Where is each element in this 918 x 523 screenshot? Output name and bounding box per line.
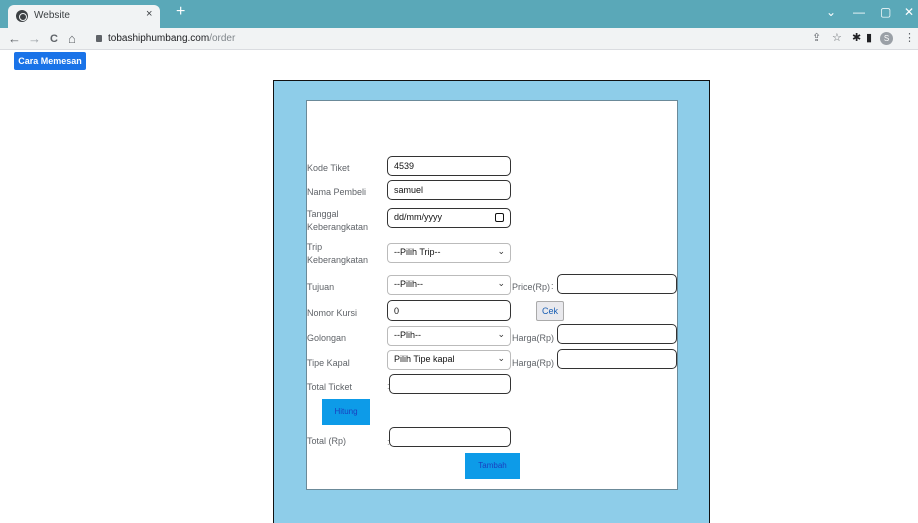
cara-memesan-button[interactable]: Cara Memesan bbox=[14, 52, 86, 70]
nama-pembeli-label: Nama Pembeli bbox=[307, 187, 367, 197]
url-text: tobashiphumbang.com/order bbox=[108, 33, 236, 44]
harga-golongan-input[interactable] bbox=[557, 324, 677, 344]
tipe-kapal-select[interactable]: Pilih Tipe kapal ⌄ bbox=[387, 350, 511, 370]
tambah-button[interactable]: Tambah bbox=[465, 453, 520, 479]
tab-strip: Website × + ⌄ — ▢ ✕ bbox=[0, 0, 918, 28]
home-icon[interactable]: ⌂ bbox=[68, 31, 76, 46]
lock-icon bbox=[96, 35, 102, 42]
profile-avatar[interactable]: S bbox=[880, 32, 893, 45]
tujuan-select[interactable]: --Pilih-- ⌄ bbox=[387, 275, 511, 295]
total-ticket-label: Total Ticket bbox=[307, 382, 353, 392]
price-input[interactable] bbox=[557, 274, 677, 294]
nomor-kursi-label: Nomor Kursi bbox=[307, 308, 358, 318]
browser-tab[interactable]: Website × bbox=[8, 5, 160, 28]
tujuan-selected: --Pilih-- bbox=[394, 279, 423, 289]
tanggal-label: Tanggal Keberangkatan bbox=[307, 209, 369, 232]
cek-button[interactable]: Cek bbox=[536, 301, 564, 321]
chevron-down-icon: ⌄ bbox=[497, 353, 505, 363]
forward-icon[interactable]: → bbox=[28, 31, 41, 46]
golongan-select[interactable]: --Plih-- ⌄ bbox=[387, 326, 511, 346]
golongan-label: Golongan bbox=[307, 333, 347, 343]
back-icon[interactable]: ← bbox=[8, 31, 21, 46]
chevron-down-icon: ⌄ bbox=[497, 329, 505, 339]
total-ticket-input[interactable] bbox=[389, 374, 511, 394]
tab-search-icon[interactable]: ⌄ bbox=[826, 5, 836, 19]
url-bar[interactable]: tobashiphumbang.com/order bbox=[86, 31, 886, 47]
new-tab-icon[interactable]: + bbox=[176, 3, 185, 21]
side-panel-icon[interactable]: ▮ bbox=[866, 32, 872, 45]
order-form: Kode Tiket : Nama Pembeli Tanggal Kebera… bbox=[306, 100, 678, 490]
harga-golongan-label: Harga(Rp) bbox=[512, 333, 555, 343]
harga-kapal-input[interactable] bbox=[557, 349, 677, 369]
chevron-down-icon: ⌄ bbox=[497, 246, 505, 256]
globe-icon bbox=[16, 10, 28, 22]
trip-selected: --Pilih Trip-- bbox=[394, 247, 441, 257]
maximize-icon[interactable]: ▢ bbox=[880, 5, 891, 19]
address-bar-row: ← → C ⌂ tobashiphumbang.com/order ⇪ ☆ ✱ … bbox=[0, 28, 918, 50]
tab-title: Website bbox=[34, 10, 70, 21]
tab-close-icon[interactable]: × bbox=[146, 8, 152, 20]
chevron-down-icon: ⌄ bbox=[497, 278, 505, 288]
total-rp-input[interactable] bbox=[389, 427, 511, 447]
bookmark-star-icon[interactable]: ☆ bbox=[832, 32, 842, 45]
date-placeholder: dd/mm/yyyy bbox=[394, 212, 443, 222]
harga-kapal-label: Harga(Rp) bbox=[512, 358, 555, 368]
kode-tiket-input[interactable] bbox=[387, 156, 511, 176]
colon-sep: : bbox=[551, 281, 554, 291]
tipe-kapal-selected: Pilih Tipe kapal bbox=[394, 354, 455, 364]
price-label: Price(Rp) bbox=[512, 282, 551, 292]
reload-icon[interactable]: C bbox=[50, 32, 58, 47]
hitung-button[interactable]: Hitung bbox=[322, 399, 370, 425]
calendar-icon[interactable] bbox=[495, 213, 504, 222]
share-icon[interactable]: ⇪ bbox=[812, 32, 821, 45]
nama-pembeli-input[interactable] bbox=[387, 180, 511, 200]
extensions-icon[interactable]: ✱ bbox=[852, 32, 861, 45]
menu-icon[interactable]: ⋮ bbox=[904, 32, 915, 45]
total-rp-label: Total (Rp) bbox=[307, 436, 347, 446]
tujuan-label: Tujuan bbox=[307, 282, 335, 292]
golongan-selected: --Plih-- bbox=[394, 330, 421, 340]
order-panel: Kode Tiket : Nama Pembeli Tanggal Kebera… bbox=[273, 80, 710, 523]
kode-tiket-label: Kode Tiket bbox=[307, 163, 350, 173]
tanggal-date-input[interactable]: dd/mm/yyyy bbox=[387, 208, 511, 228]
close-window-icon[interactable]: ✕ bbox=[904, 5, 914, 19]
nomor-kursi-input[interactable] bbox=[387, 300, 511, 321]
trip-label: Trip Keberangkatan bbox=[307, 242, 369, 265]
minimize-icon[interactable]: — bbox=[853, 5, 865, 19]
trip-select[interactable]: --Pilih Trip-- ⌄ bbox=[387, 243, 511, 263]
tipe-kapal-label: Tipe Kapal bbox=[307, 358, 350, 368]
